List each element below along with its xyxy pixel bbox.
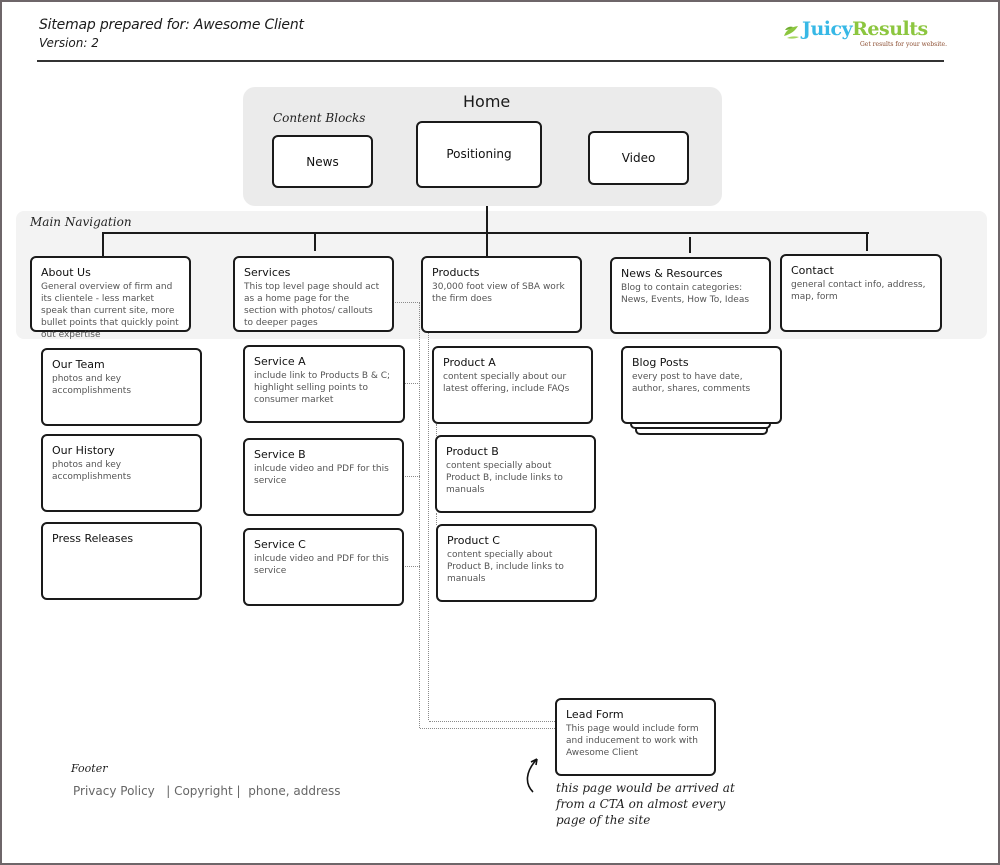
dotted-link-vertical-inner bbox=[428, 333, 429, 720]
lead-form-note: this page would be arrived at from a CTA… bbox=[556, 781, 735, 827]
block-title: News bbox=[306, 154, 339, 169]
content-blocks-label: Content Blocks bbox=[273, 111, 366, 125]
nav-page-news-resources[interactable]: News & Resources Blog to contain categor… bbox=[610, 257, 771, 334]
page-title: News & Resources bbox=[621, 267, 723, 280]
page-title: Service B bbox=[254, 448, 306, 461]
logo-tagline: Get results for your website. bbox=[860, 41, 947, 48]
main-navigation-label: Main Navigation bbox=[30, 215, 132, 229]
dotted-link-service-b bbox=[405, 476, 420, 477]
page-service-c[interactable]: Service C inlcude video and PDF for this… bbox=[243, 528, 404, 606]
dotted-link-service-c bbox=[405, 566, 420, 567]
page-blog-posts[interactable]: Blog Posts every post to have date, auth… bbox=[621, 346, 782, 424]
connector-products bbox=[486, 232, 488, 256]
leaf-icon bbox=[784, 26, 799, 39]
header-divider bbox=[37, 60, 944, 62]
page-our-team[interactable]: Our Team photos and key accomplishments bbox=[41, 348, 202, 426]
dotted-link-services bbox=[395, 302, 420, 303]
dotted-link-service-a bbox=[405, 383, 420, 384]
page-title: Lead Form bbox=[566, 708, 624, 721]
content-block-news[interactable]: News bbox=[272, 135, 373, 188]
page-title: Services bbox=[244, 266, 291, 279]
dotted-link-product-a-b bbox=[436, 424, 437, 436]
page-title: Blog Posts bbox=[632, 356, 689, 369]
page-description: This top level page should act as a home… bbox=[244, 282, 380, 328]
logo-juicy-text: Juicy bbox=[802, 18, 853, 40]
page-title: Product B bbox=[446, 445, 499, 458]
content-block-video[interactable]: Video bbox=[588, 131, 689, 185]
page-press-releases[interactable]: Press Releases bbox=[41, 522, 202, 600]
page-service-a[interactable]: Service A include link to Products B & C… bbox=[243, 345, 405, 423]
page-title: Product A bbox=[443, 356, 496, 369]
page-service-b[interactable]: Service B inlcude video and PDF for this… bbox=[243, 438, 404, 516]
dotted-link-product-b-c bbox=[436, 513, 437, 525]
logo-results-text: Results bbox=[852, 18, 928, 40]
page-our-history[interactable]: Our History photos and key accomplishmen… bbox=[41, 434, 202, 512]
dotted-link-to-lead-inner bbox=[429, 721, 555, 722]
page-description: photos and key accomplishments bbox=[52, 460, 132, 482]
block-title: Positioning bbox=[446, 147, 512, 161]
page-description: content specially about Product B, inclu… bbox=[447, 550, 564, 584]
page-title: Service A bbox=[254, 355, 306, 368]
page-description: include link to Products B & C; highligh… bbox=[254, 371, 391, 405]
page-title: About Us bbox=[41, 266, 91, 279]
page-description: This page would include form and inducem… bbox=[566, 724, 699, 758]
page-description: General overview of firm and its cliente… bbox=[41, 282, 179, 340]
footer-label: Footer bbox=[71, 762, 108, 775]
dotted-link-vertical-outer bbox=[419, 302, 420, 728]
page-title: Product C bbox=[447, 534, 500, 547]
page-title: Contact bbox=[791, 264, 834, 277]
page-lead-form[interactable]: Lead Form This page would include form a… bbox=[555, 698, 716, 776]
page-product-b[interactable]: Product B content specially about Produc… bbox=[435, 435, 596, 513]
page-title: Our Team bbox=[52, 358, 105, 371]
connector-contact bbox=[866, 232, 868, 251]
page-description: content specially about Product B, inclu… bbox=[446, 461, 563, 495]
logo-wordmark: JuicyResults bbox=[802, 18, 928, 40]
page-title: Products bbox=[432, 266, 480, 279]
home-title: Home bbox=[463, 92, 511, 111]
connector-about bbox=[102, 232, 104, 256]
content-block-positioning[interactable]: Positioning bbox=[416, 121, 542, 188]
home-connector bbox=[486, 206, 488, 232]
sitemap-title: Sitemap prepared for: Awesome Client bbox=[39, 17, 304, 33]
page-description: 30,000 foot view of SBA work the firm do… bbox=[432, 282, 565, 304]
connector-services bbox=[314, 232, 316, 251]
dotted-link-to-lead-outer bbox=[420, 728, 555, 729]
connector-news bbox=[689, 237, 691, 253]
nav-page-about-us[interactable]: About Us General overview of firm and it… bbox=[30, 256, 191, 340]
nav-page-products[interactable]: Products 30,000 foot view of SBA work th… bbox=[421, 256, 582, 333]
sitemap-version: Version: 2 bbox=[39, 36, 99, 50]
page-title: Press Releases bbox=[52, 532, 134, 545]
page-description: general contact info, address, map, form bbox=[791, 280, 926, 302]
block-title: Video bbox=[621, 151, 656, 165]
juicy-results-logo: JuicyResults Get results for your websit… bbox=[782, 18, 952, 54]
nav-page-services[interactable]: Services This top level page should act … bbox=[233, 256, 394, 332]
page-title: Our History bbox=[52, 444, 115, 457]
page-description: inlcude video and PDF for this service bbox=[254, 554, 389, 576]
page-product-c[interactable]: Product C content specially about Produc… bbox=[436, 524, 597, 602]
page-title: Service C bbox=[254, 538, 306, 551]
footer-links: Privacy Policy | Copyright | phone, addr… bbox=[73, 784, 341, 798]
nav-page-contact[interactable]: Contact general contact info, address, m… bbox=[780, 254, 942, 332]
page-product-a[interactable]: Product A content specially about our la… bbox=[432, 346, 593, 424]
page-description: photos and key accomplishments bbox=[52, 374, 132, 396]
page-description: Blog to contain categories: News, Events… bbox=[621, 283, 750, 305]
curved-arrow-icon bbox=[526, 758, 538, 793]
page-description: every post to have date, author, shares,… bbox=[632, 372, 751, 394]
page-description: content specially about our latest offer… bbox=[443, 372, 570, 394]
page-description: inlcude video and PDF for this service bbox=[254, 464, 389, 486]
